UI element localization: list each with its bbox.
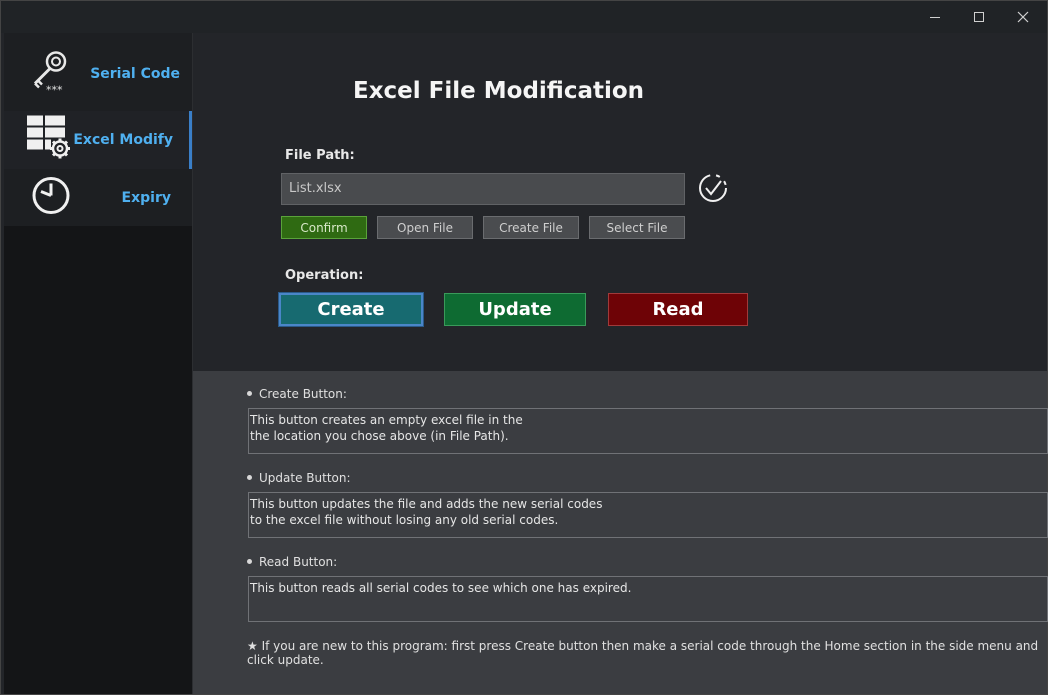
close-button[interactable] bbox=[1001, 1, 1045, 33]
read-help-text: This button reads all serial codes to se… bbox=[248, 576, 1048, 622]
sidebar-item-label: Excel Modify bbox=[73, 132, 173, 148]
check-circle-icon[interactable] bbox=[697, 172, 729, 209]
update-help-label: Update Button: bbox=[247, 471, 351, 485]
title-bar bbox=[1, 1, 1047, 33]
read-help-label: Read Button: bbox=[247, 555, 337, 569]
read-help-label-text: Read Button: bbox=[259, 555, 338, 569]
file-path-input[interactable]: List.xlsx bbox=[281, 173, 685, 205]
sidebar-item-expiry[interactable]: Expiry bbox=[4, 169, 192, 227]
footnote-text: If you are new to this program: first pr… bbox=[247, 639, 1039, 667]
bullet-icon bbox=[247, 475, 252, 480]
operation-label: Operation: bbox=[285, 268, 364, 283]
sidebar: *** Serial Code Excel Modify Expiry bbox=[4, 33, 193, 694]
create-button[interactable]: Create bbox=[278, 292, 424, 327]
app-window: *** Serial Code Excel Modify Expiry Exce… bbox=[0, 0, 1048, 695]
footnote: ★ If you are new to this program: first … bbox=[247, 639, 1047, 667]
update-button[interactable]: Update bbox=[444, 293, 586, 326]
maximize-button[interactable] bbox=[957, 1, 1001, 33]
minimize-icon bbox=[929, 11, 941, 23]
close-icon bbox=[1017, 11, 1029, 23]
create-help-label: Create Button: bbox=[247, 387, 347, 401]
clock-icon bbox=[30, 175, 72, 222]
sidebar-menu: *** Serial Code Excel Modify Expiry bbox=[4, 33, 192, 226]
bullet-icon bbox=[247, 391, 252, 396]
page-title: Excel File Modification bbox=[353, 78, 645, 104]
file-path-label: File Path: bbox=[285, 148, 355, 163]
update-help-label-text: Update Button: bbox=[259, 471, 351, 485]
key-icon: *** bbox=[26, 49, 72, 100]
sidebar-item-label: Expiry bbox=[121, 190, 171, 206]
confirm-button[interactable]: Confirm bbox=[281, 216, 367, 239]
main-panel: Excel File Modification File Path: List.… bbox=[193, 33, 1047, 371]
star-icon: ★ bbox=[247, 639, 258, 653]
svg-text:***: *** bbox=[46, 84, 63, 95]
file-path-value: List.xlsx bbox=[289, 181, 342, 196]
read-button[interactable]: Read bbox=[608, 293, 748, 326]
create-file-button[interactable]: Create File bbox=[483, 216, 579, 239]
minimize-button[interactable] bbox=[913, 1, 957, 33]
bullet-icon bbox=[247, 559, 252, 564]
table-gear-icon bbox=[26, 115, 72, 166]
help-panel: Create Button: This button creates an em… bbox=[193, 371, 1048, 694]
sidebar-item-label: Serial Code bbox=[90, 66, 180, 82]
maximize-icon bbox=[973, 11, 985, 23]
create-help-label-text: Create Button: bbox=[259, 387, 347, 401]
create-help-text: This button creates an empty excel file … bbox=[248, 408, 1048, 454]
open-file-button[interactable]: Open File bbox=[377, 216, 473, 239]
update-help-text: This button updates the file and adds th… bbox=[248, 492, 1048, 538]
sidebar-item-excel-modify[interactable]: Excel Modify bbox=[4, 111, 192, 169]
select-file-button[interactable]: Select File bbox=[589, 216, 685, 239]
sidebar-item-serial-code[interactable]: *** Serial Code bbox=[4, 45, 192, 103]
